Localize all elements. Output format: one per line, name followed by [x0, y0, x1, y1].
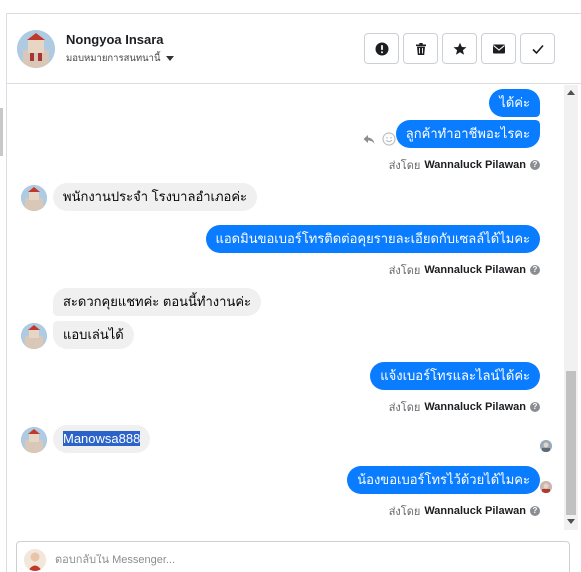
message-text: แจ้งเบอร์โทรและไลน์ได้ค่ะ: [380, 368, 530, 383]
message-bubble-outgoing[interactable]: ลูกค้าทำอาชีพอะไรคะ: [395, 120, 540, 148]
sent-by-prefix: ส่งโดย: [388, 506, 421, 518]
message-thread[interactable]: ได้ค่ะ ลูกค้าทำอาชีพอะไรคะ ส่งโดย Wannal…: [7, 85, 564, 530]
star-button[interactable]: [442, 33, 477, 64]
message-text-selected: Manowsa888: [63, 431, 141, 446]
message-text: ได้ค่ะ: [499, 95, 530, 110]
scroll-down-arrow-icon[interactable]: [567, 519, 575, 524]
outer-scrollbar-thumb[interactable]: [0, 108, 3, 156]
message-text: ลูกค้าทำอาชีพอะไรคะ: [405, 126, 530, 141]
info-icon[interactable]: ?: [530, 402, 540, 412]
thread-scrollbar[interactable]: [564, 85, 578, 530]
message-tools: [362, 132, 396, 146]
sent-by-prefix: ส่งโดย: [388, 402, 421, 414]
message-bubble-incoming[interactable]: พนักงานประจำ โรงบาลอำเภอค่ะ: [53, 183, 258, 211]
reply-composer: [16, 541, 570, 572]
message-text: พนักงานประจำ โรงบาลอำเภอค่ะ: [63, 189, 248, 204]
message-text: แอดมินขอเบอร์โทรติดต่อคุยรายละเอียดกับเซ…: [215, 231, 531, 246]
contact-name: Nongyoa Insara: [66, 32, 164, 47]
message-text: น้องขอเบอร์โทรไว้ด้วยได้ไมคะ: [357, 472, 530, 487]
sent-by-label: ส่งโดย Wannaluck Pilawan ?: [389, 156, 540, 174]
mark-done-button[interactable]: [520, 33, 555, 64]
message-text: สะดวกคุยแชทค่ะ ตอนนี้ทำงานค่ะ: [63, 294, 252, 309]
message-bubble-outgoing[interactable]: แจ้งเบอร์โทรและไลน์ได้ค่ะ: [370, 362, 540, 390]
sent-by-label: ส่งโดย Wannaluck Pilawan ?: [389, 398, 540, 416]
alert-icon: [375, 42, 388, 55]
seen-avatar: [540, 440, 552, 452]
reply-icon[interactable]: [362, 132, 376, 146]
contact-avatar-small[interactable]: [21, 323, 47, 349]
delete-button[interactable]: [403, 33, 438, 64]
assign-conversation-dropdown[interactable]: มอบหมายการสนทนานี้: [66, 51, 174, 66]
message-bubble-outgoing[interactable]: แอดมินขอเบอร์โทรติดต่อคุยรายละเอียดกับเซ…: [205, 225, 540, 253]
assign-label: มอบหมายการสนทนานี้: [66, 53, 161, 64]
check-icon: [531, 44, 544, 54]
info-icon[interactable]: ?: [530, 506, 540, 516]
info-icon[interactable]: ?: [530, 265, 540, 275]
sent-by-prefix: ส่งโดย: [388, 160, 421, 172]
trash-icon: [415, 42, 426, 55]
sent-by-label: ส่งโดย Wannaluck Pilawan ?: [389, 502, 540, 520]
mark-unread-button[interactable]: [481, 33, 516, 64]
emoji-icon[interactable]: [382, 132, 396, 146]
message-bubble-incoming[interactable]: แอบเล่นได้: [53, 321, 134, 349]
message-text: แอบเล่นได้: [63, 327, 124, 342]
mark-spam-button[interactable]: [364, 33, 399, 64]
scroll-up-arrow-icon[interactable]: [567, 90, 575, 95]
sent-by-label: ส่งโดย Wannaluck Pilawan ?: [389, 261, 540, 279]
seen-avatar: [540, 481, 552, 493]
contact-avatar-small[interactable]: [21, 427, 47, 453]
message-bubble-outgoing[interactable]: น้องขอเบอร์โทรไว้ด้วยได้ไมคะ: [347, 466, 540, 494]
message-bubble-outgoing[interactable]: ได้ค่ะ: [489, 89, 540, 117]
star-icon: [453, 42, 466, 55]
sent-by-name: Wannaluck Pilawan: [424, 505, 526, 517]
reply-input[interactable]: [55, 554, 475, 566]
info-icon[interactable]: ?: [530, 160, 540, 170]
sent-by-name: Wannaluck Pilawan: [424, 401, 526, 413]
conversation-header: Nongyoa Insara มอบหมายการสนทนานี้: [7, 14, 581, 84]
scroll-thumb[interactable]: [566, 371, 576, 515]
contact-avatar[interactable]: [17, 30, 55, 68]
message-bubble-incoming[interactable]: Manowsa888: [53, 425, 151, 453]
caret-down-icon: [165, 56, 174, 61]
sent-by-name: Wannaluck Pilawan: [424, 159, 526, 171]
sent-by-name: Wannaluck Pilawan: [424, 264, 526, 276]
sent-by-prefix: ส่งโดย: [388, 265, 421, 277]
message-bubble-incoming[interactable]: สะดวกคุยแชทค่ะ ตอนนี้ทำงานค่ะ: [53, 288, 262, 316]
header-actions: [364, 33, 555, 64]
agent-avatar: [24, 549, 46, 571]
envelope-icon: [492, 44, 505, 53]
contact-avatar-small[interactable]: [21, 185, 47, 211]
